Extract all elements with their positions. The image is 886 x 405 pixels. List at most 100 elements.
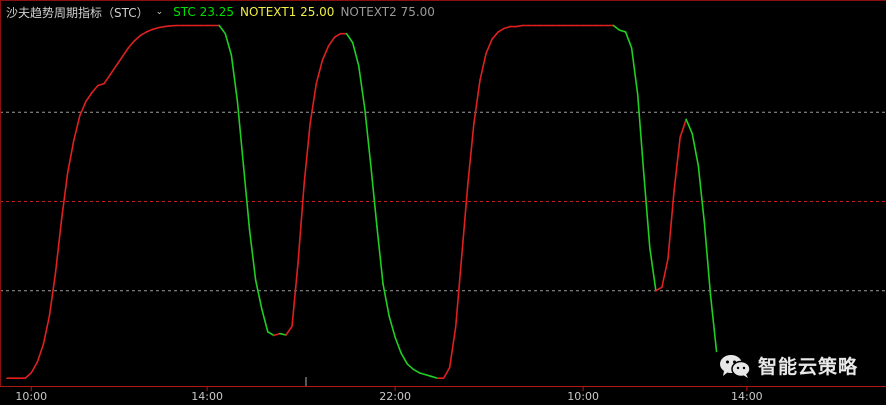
stc-segment: [127, 40, 136, 49]
stc-segment: [673, 136, 681, 192]
stc-segment: [363, 107, 372, 167]
watermark-text: 智能云策略: [757, 356, 858, 378]
stc-segment: [382, 282, 390, 317]
stc-segment: [333, 32, 342, 39]
stc-segment: [254, 279, 263, 310]
chevron-down-icon[interactable]: ⌄: [156, 7, 164, 17]
stc-segment: [491, 31, 500, 40]
stc-segment: [703, 222, 712, 296]
stc-segment: [630, 47, 639, 96]
watermark: 智能云策略: [718, 352, 858, 379]
stc-segment: [30, 361, 39, 374]
stc-segment: [157, 25, 166, 29]
indicator-name[interactable]: 沙夫趋势周期指标（STC）: [6, 4, 149, 21]
stc-segment: [315, 59, 324, 85]
x-tick-label: 10:00: [567, 390, 599, 403]
stc-segment: [327, 36, 336, 48]
x-tick-label: 14:00: [731, 390, 763, 403]
stc-segment: [448, 325, 457, 369]
stc-segment: [285, 325, 293, 336]
stc-segment: [357, 65, 366, 110]
stc-segment: [442, 366, 451, 380]
stc-segment: [649, 247, 657, 292]
stc-segment: [133, 34, 142, 42]
stc-segment: [503, 25, 512, 30]
stc-segment: [279, 332, 287, 336]
stc-segment: [78, 100, 87, 117]
stc-segment: [297, 182, 305, 263]
stc-segment: [85, 91, 93, 103]
stc-segment: [685, 118, 694, 135]
stc-segment: [236, 100, 245, 167]
grid-layer: [0, 111, 886, 292]
stc-segment: [376, 225, 384, 285]
stc-segment: [709, 293, 718, 353]
stc-segment: [388, 314, 396, 338]
stc-segment: [163, 25, 172, 28]
stc-segment: [667, 189, 675, 260]
x-tick-label: 10:00: [15, 390, 47, 403]
stc-segment: [461, 182, 469, 256]
stc-segment: [145, 28, 154, 33]
stc-segment: [248, 229, 257, 281]
stc-segment: [48, 272, 57, 317]
stc-segment: [91, 84, 99, 94]
stc-segment: [394, 336, 402, 355]
stc-segment: [109, 65, 117, 76]
stc-segment: [418, 372, 427, 376]
stc-segment: [473, 79, 481, 124]
stc-segment: [309, 82, 318, 124]
stc-segment: [467, 122, 475, 185]
stc-segment: [612, 24, 621, 31]
indicator-legend: 沙夫趋势周期指标（STC） ⌄ STC 23.25 NOTEXT1 25.00 …: [6, 4, 435, 20]
wechat-icon: [719, 354, 751, 378]
stc-segment: [679, 118, 688, 139]
frame-layer: [0, 0, 886, 387]
x-axis: 10:00 14:00 22:00 10:00 14:00: [15, 386, 763, 403]
stc-segment: [103, 73, 111, 85]
stc-segment: [60, 172, 69, 221]
stc-segment: [72, 115, 81, 142]
stc-segment: [291, 261, 299, 328]
stc-segment: [242, 165, 251, 231]
stc-segment: [642, 172, 651, 249]
stc-segment: [479, 52, 487, 81]
stc-segment: [139, 31, 148, 37]
stc-segment: [66, 140, 75, 174]
stc-segment: [370, 165, 378, 228]
stc-segment: [424, 373, 433, 378]
stc-segment: [303, 122, 312, 185]
stc-segment: [515, 24, 524, 28]
stc-segment: [121, 47, 130, 58]
stc-segment: [497, 27, 506, 33]
stc-segment: [273, 332, 281, 337]
stc-segment: [697, 165, 706, 224]
stc-segment: [54, 218, 63, 274]
stc-segment: [636, 93, 645, 174]
legend-notext2-value: NOTEXT2 75.00: [340, 5, 435, 19]
stc-segment: [97, 82, 105, 87]
stc-segment: [655, 286, 663, 292]
stc-segment: [218, 24, 227, 35]
stc-segment: [406, 363, 415, 371]
stc-segment: [345, 32, 354, 44]
stc-segment: [260, 307, 269, 333]
stc-segment: [351, 41, 360, 67]
stc-segment: [151, 26, 160, 31]
stc-segment: [224, 32, 233, 56]
stc-segment: [618, 29, 627, 33]
stc-segment: [400, 352, 409, 365]
stc-chart: 10:00 14:00 22:00 10:00 14:00: [0, 0, 886, 403]
stc-segment: [266, 331, 275, 337]
stc-segment: [661, 257, 669, 288]
stc-segment: [485, 38, 493, 55]
stc-segment: [691, 132, 700, 167]
legend-stc-value: STC 23.25: [173, 5, 234, 19]
stc-segment: [24, 372, 33, 380]
stc-segment: [36, 343, 45, 363]
stc-segment: [321, 45, 330, 62]
x-tick-label: 22:00: [379, 390, 411, 403]
x-tick-label: 14:00: [191, 390, 223, 403]
stc-segment: [115, 56, 124, 67]
stc-segment: [42, 314, 51, 346]
